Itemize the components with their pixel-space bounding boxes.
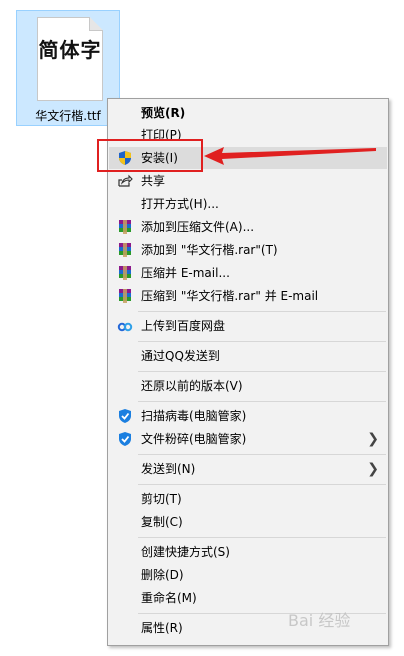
- menu-item-label: 文件粉碎(电脑管家): [141, 432, 247, 446]
- menu-item-label: 还原以前的版本(V): [141, 379, 243, 393]
- menu-item-send-via-qq[interactable]: 通过QQ发送到: [109, 345, 387, 367]
- annotation-arrow-icon: [204, 147, 376, 165]
- winrar-icon: [119, 220, 131, 234]
- page-fold-corner: [89, 17, 103, 31]
- menu-item-label: 剪切(T): [141, 492, 182, 506]
- winrar-icon: [119, 266, 131, 280]
- menu-item-share[interactable]: 共享: [109, 170, 387, 192]
- baidu-netdisk-icon: [117, 322, 133, 332]
- winrar-icon: [119, 243, 131, 257]
- file-name-label: 华文行楷.ttf: [35, 109, 101, 123]
- menu-item-label: 预览(R): [141, 106, 186, 120]
- winrar-icon: [119, 289, 131, 303]
- share-icon: [118, 174, 133, 187]
- menu-separator: [138, 311, 386, 312]
- menu-separator: [138, 537, 386, 538]
- menu-item-label: 创建快捷方式(S): [141, 545, 230, 559]
- watermark: Bai 经验: [288, 611, 351, 630]
- tencent-pcmgr-icon: [119, 409, 131, 423]
- menu-item-send-to[interactable]: 发送到(N) ❯: [109, 458, 387, 480]
- menu-item-label: 通过QQ发送到: [141, 349, 220, 363]
- menu-separator: [138, 371, 386, 372]
- menu-item-create-shortcut[interactable]: 创建快捷方式(S): [109, 541, 387, 563]
- context-menu: 预览(R) 打印(P) 安装(I) 共享 打开方式(H)... 添加到压缩文件(…: [107, 98, 389, 646]
- menu-item-label: 压缩到 "华文行楷.rar" 并 E-mail: [141, 289, 319, 303]
- menu-item-restore-versions[interactable]: 还原以前的版本(V): [109, 375, 387, 397]
- menu-item-preview[interactable]: 预览(R): [109, 102, 387, 124]
- menu-item-add-archive[interactable]: 添加到压缩文件(A)...: [109, 216, 387, 238]
- menu-item-scan-virus[interactable]: 扫描病毒(电脑管家): [109, 405, 387, 427]
- menu-item-compress-email[interactable]: 压缩并 E-mail...: [109, 262, 387, 284]
- menu-separator: [138, 484, 386, 485]
- tencent-pcmgr-icon: [119, 432, 131, 446]
- menu-item-baidu-upload[interactable]: 上传到百度网盘: [109, 315, 387, 337]
- menu-separator: [138, 341, 386, 342]
- menu-item-label: 上传到百度网盘: [141, 319, 226, 333]
- menu-item-label: 添加到 "华文行楷.rar"(T): [141, 243, 278, 257]
- selected-file-tile[interactable]: 简体字 华文行楷.ttf: [16, 10, 120, 126]
- chevron-right-icon: ❯: [367, 431, 379, 447]
- menu-item-delete[interactable]: 删除(D): [109, 564, 387, 586]
- menu-item-label: 压缩并 E-mail...: [141, 266, 230, 280]
- menu-item-label: 重命名(M): [141, 591, 197, 605]
- menu-item-cut[interactable]: 剪切(T): [109, 488, 387, 510]
- menu-item-label: 打开方式(H)...: [141, 197, 219, 211]
- menu-item-label: 发送到(N): [141, 462, 196, 476]
- menu-item-rename[interactable]: 重命名(M): [109, 587, 387, 609]
- font-preview-text: 简体字: [38, 38, 102, 62]
- menu-item-label: 删除(D): [141, 568, 184, 582]
- menu-item-compress-to-rar-email[interactable]: 压缩到 "华文行楷.rar" 并 E-mail: [109, 285, 387, 307]
- menu-item-copy[interactable]: 复制(C): [109, 511, 387, 533]
- menu-item-file-shred[interactable]: 文件粉碎(电脑管家) ❯: [109, 428, 387, 450]
- menu-separator: [138, 401, 386, 402]
- menu-item-open-with[interactable]: 打开方式(H)...: [109, 193, 387, 215]
- menu-item-label: 扫描病毒(电脑管家): [141, 409, 247, 423]
- menu-item-label: 共享: [141, 174, 166, 188]
- menu-item-label: 属性(R): [141, 621, 183, 635]
- menu-item-label: 复制(C): [141, 515, 183, 529]
- font-file-icon: 简体字: [37, 17, 103, 101]
- menu-item-label: 添加到压缩文件(A)...: [141, 220, 255, 234]
- menu-item-add-to-rar[interactable]: 添加到 "华文行楷.rar"(T): [109, 239, 387, 261]
- annotation-highlight-box: [97, 139, 203, 172]
- menu-separator: [138, 454, 386, 455]
- chevron-right-icon: ❯: [367, 461, 379, 477]
